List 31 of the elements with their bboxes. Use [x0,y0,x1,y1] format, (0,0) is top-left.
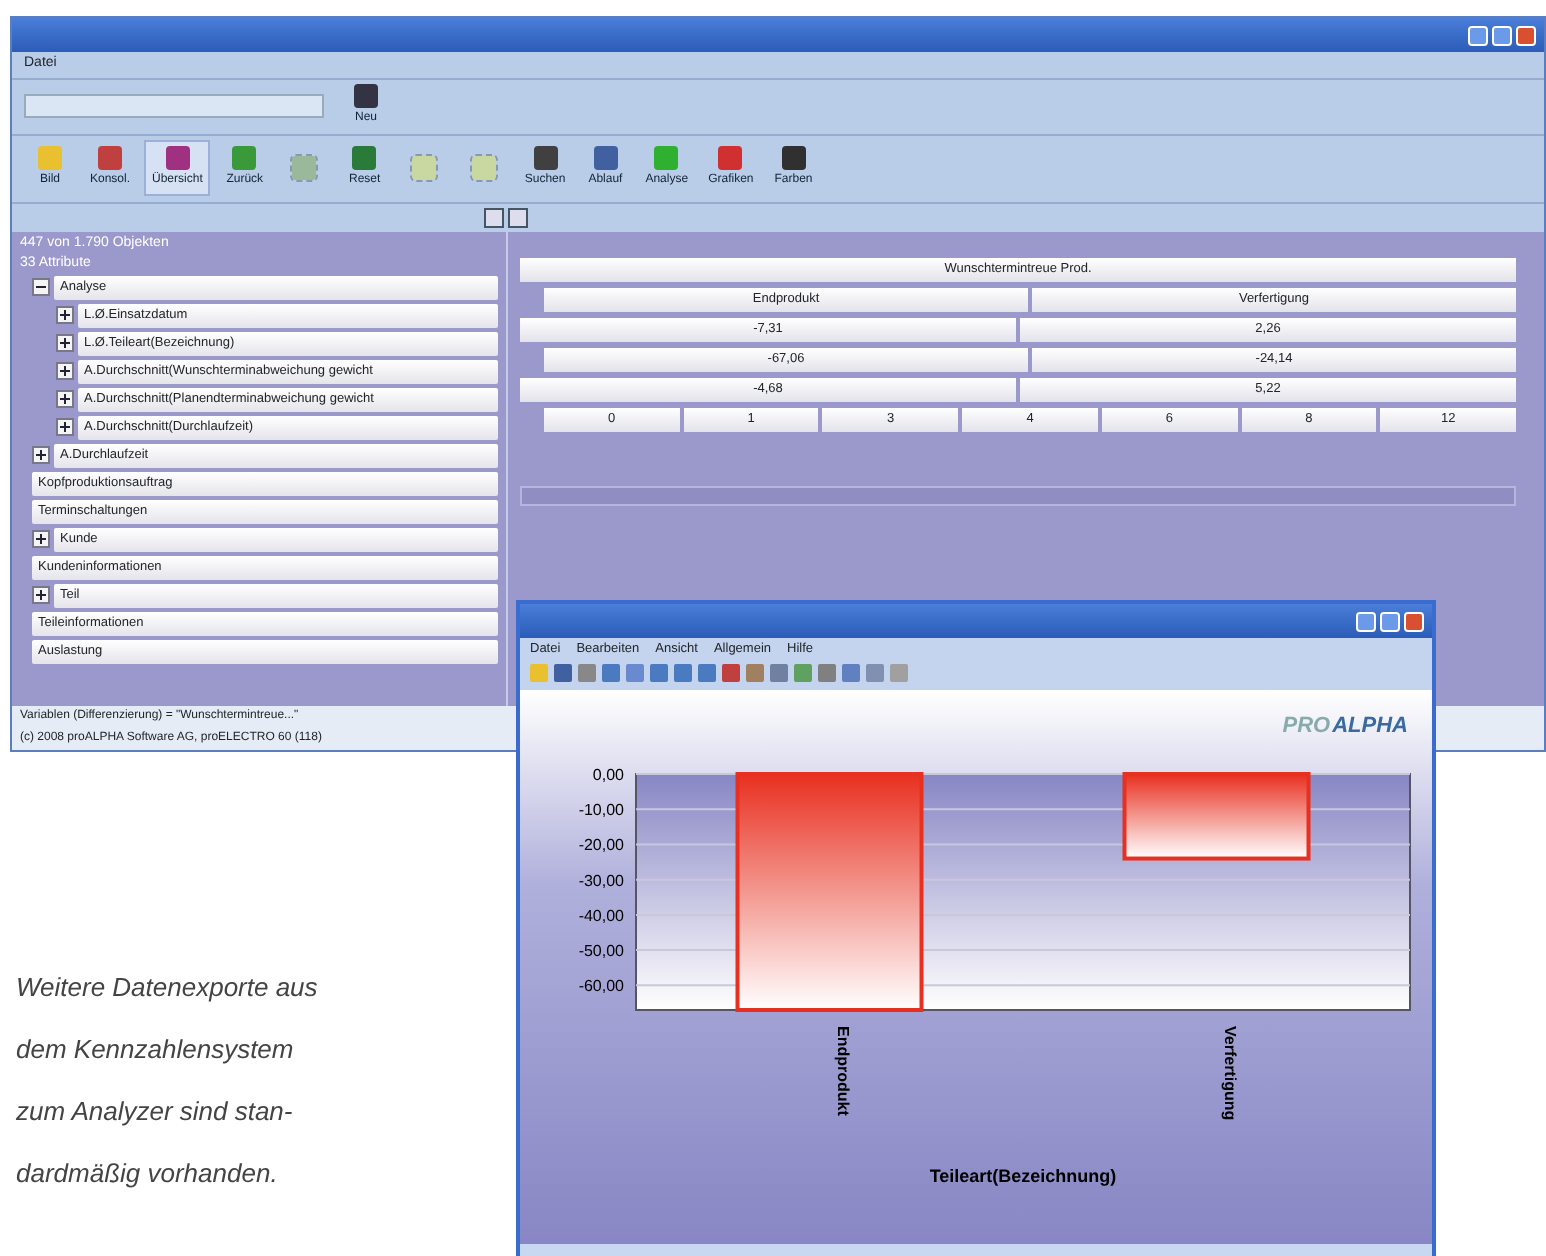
axis-label: -10,00 [578,800,624,819]
expand-icon[interactable] [32,586,50,604]
axis-label: -20,00 [578,835,624,854]
axis-label: 0,00 [592,765,624,784]
caption-text: zum Analyzer sind stan- [16,1094,295,1130]
category-label: Endprodukt [833,1025,852,1116]
axis-title: Teileart(Bezeichnung) [929,1165,1117,1186]
category-label: Verfertigung [1220,1025,1239,1120]
expand-icon[interactable] [56,306,74,324]
refresh-icon [354,84,378,108]
expand-icon[interactable] [56,418,74,436]
close-button[interactable] [508,207,528,227]
expand-icon[interactable] [56,334,74,352]
expand-icon[interactable] [56,362,74,380]
axis-label: -60,00 [578,976,624,995]
expand-icon[interactable] [32,446,50,464]
caption-text: dem Kennzahlensystem [16,1032,296,1068]
axis-label: -50,00 [578,941,624,960]
check-button[interactable] [484,207,504,227]
axis-label: -40,00 [578,906,624,925]
caption-text: dardmäßig vorhanden. [16,1156,280,1192]
minimize-button[interactable] [1468,25,1488,45]
minimize-button[interactable] [1356,611,1376,631]
dropdown-field[interactable] [24,94,324,118]
collapse-icon[interactable] [32,278,50,296]
axis-label: -30,00 [578,871,624,890]
maximize-button[interactable] [1380,611,1400,631]
maximize-button[interactable] [1492,25,1512,45]
expand-icon[interactable] [32,530,50,548]
expand-icon[interactable] [56,390,74,408]
caption-text: Weitere Datenexporte aus [16,970,318,1006]
